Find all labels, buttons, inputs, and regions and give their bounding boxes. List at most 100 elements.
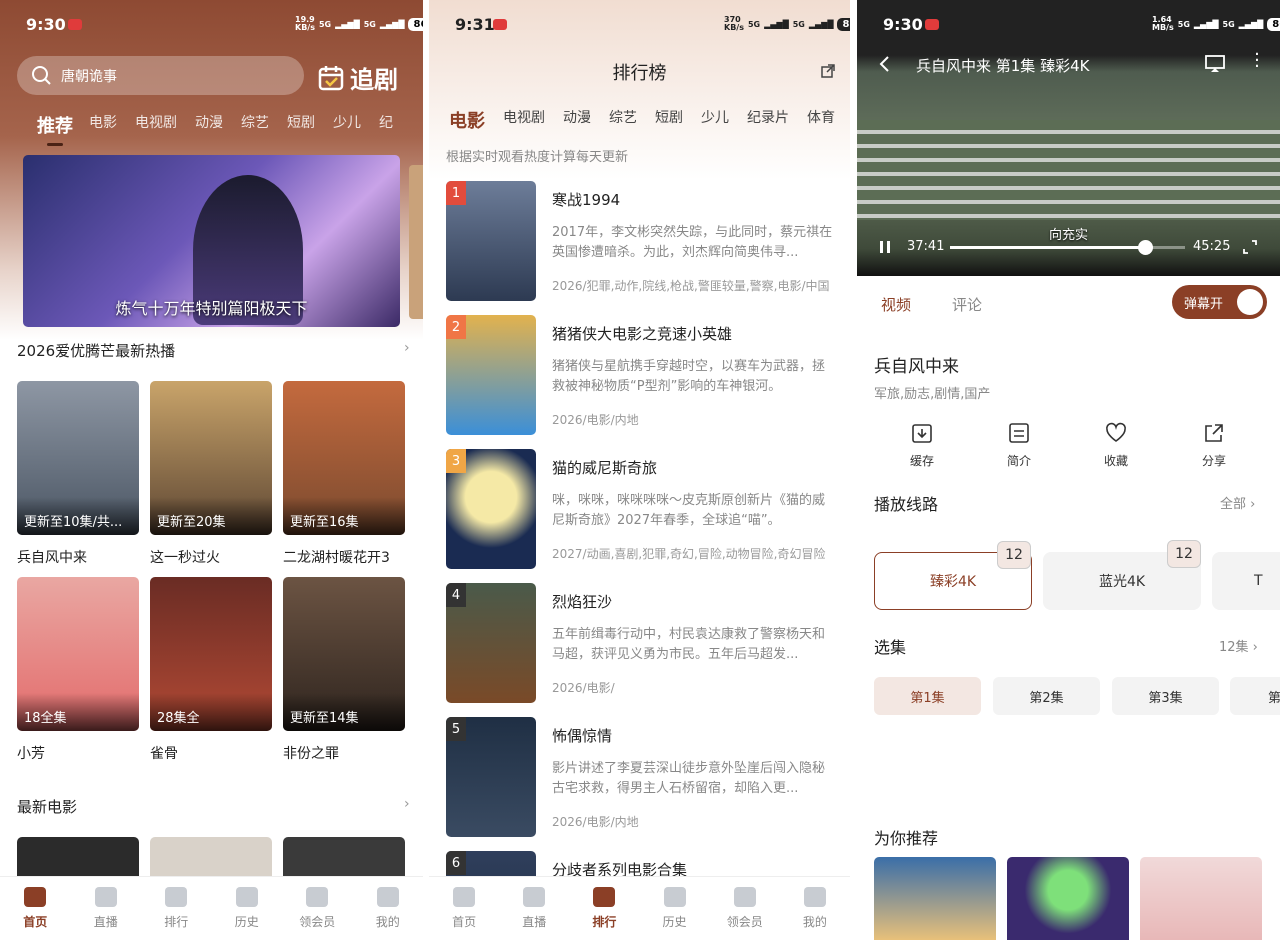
ranking-item[interactable]: 1 寒战1994 2017年，李文彬突然失踪，与此同时，蔡元祺在英国惨遭暗杀。为… (446, 181, 846, 301)
player-title: 兵自风中来 第1集 臻彩4K (916, 57, 1090, 75)
poster-card[interactable]: 更新至16集 (283, 381, 405, 535)
update-tag: 28集全 (150, 693, 272, 731)
tab-movie[interactable]: 电影 (89, 112, 117, 138)
poster-title[interactable]: 小芳 (17, 743, 45, 763)
item-tags: 2026/犯罪,动作,院线,枪战,警匪较量,警察,电影/中国 (552, 279, 830, 293)
rank-badge: 3 (446, 449, 466, 473)
episode-button[interactable]: 第 (1230, 677, 1280, 715)
calendar-check-icon (318, 65, 344, 90)
line-option[interactable]: 蓝光4K 12 (1043, 540, 1201, 610)
nav-profile[interactable]: 我的 (790, 887, 840, 940)
tab-video[interactable]: 视频 (881, 294, 911, 315)
tab-indicator (47, 143, 63, 146)
recommend-card[interactable] (874, 857, 996, 940)
poster-title[interactable]: 雀骨 (150, 743, 178, 763)
nav-history[interactable]: 历史 (222, 887, 272, 940)
item-tags: 2026/电影/内地 (552, 815, 639, 829)
signal-icon: 5G (1177, 19, 1190, 29)
lines-all-link[interactable]: 全部 › (1220, 493, 1255, 512)
nav-live[interactable]: 直播 (81, 887, 131, 940)
tab-documentary[interactable]: 纪 (379, 112, 393, 138)
seek-thumb[interactable] (1138, 240, 1154, 255)
poster-title[interactable]: 非份之罪 (283, 743, 339, 763)
episodes-count-link[interactable]: 12集 › (1219, 636, 1258, 655)
danmaku-toggle[interactable]: 弹幕开 (1172, 285, 1267, 319)
follow-drama-button[interactable]: 追剧 (317, 60, 398, 95)
lines-title: 播放线路 (874, 495, 939, 514)
episode-button[interactable]: 第3集 (1112, 677, 1219, 715)
action-share[interactable]: 分享 (1184, 422, 1244, 469)
tab-tv[interactable]: 电视剧 (503, 107, 545, 133)
signal-icon-2: 5G (1222, 19, 1235, 29)
tab-tv[interactable]: 电视剧 (135, 112, 177, 138)
tab-short[interactable]: 短剧 (287, 112, 315, 138)
poster-card[interactable]: 18全集 (17, 577, 139, 731)
more-icon[interactable]: · · · (1254, 46, 1260, 76)
nav-vip[interactable]: 领会员 (292, 887, 342, 940)
star-icon (663, 887, 686, 907)
action-favorite[interactable]: 收藏 (1086, 422, 1146, 469)
episode-button[interactable]: 第2集 (993, 677, 1100, 715)
item-desc: 咪，咪咪，咪咪咪咪～皮克斯原创新片《猫的威尼斯奇旅》2027年春季，全球追“喵”… (552, 493, 826, 528)
poster: 4 (446, 583, 536, 703)
seek-bar[interactable] (950, 240, 1185, 255)
poster-title[interactable]: 这一秒过火 (150, 547, 220, 567)
signal-icon-2: 5G (363, 19, 376, 29)
line-option[interactable]: T (1212, 552, 1280, 610)
nav-ranking[interactable]: 排行 (151, 887, 201, 940)
tab-sports[interactable]: 体育 (807, 107, 835, 133)
nav-live[interactable]: 直播 (509, 887, 559, 940)
ranking-item[interactable]: 2 猪猪侠大电影之竞速小英雄 猪猪侠与星航携手穿越时空，以赛车为武器，拯救被神秘… (446, 315, 846, 435)
poster-card[interactable]: 更新至10集/共... (17, 381, 139, 535)
ranking-item[interactable]: 4 烈焰狂沙 五年前缉毒行动中，村民袁达康救了警察杨天和马超，获评见义勇为市民。… (446, 583, 846, 703)
nav-home[interactable]: 首页 (10, 887, 60, 940)
back-icon[interactable] (877, 55, 893, 73)
chart-icon (165, 887, 188, 907)
tab-kids[interactable]: 少儿 (701, 107, 729, 133)
external-link-icon[interactable] (821, 64, 835, 78)
nav-vip[interactable]: 领会员 (720, 887, 770, 940)
pause-icon[interactable] (879, 240, 891, 254)
episode-button-selected[interactable]: 第1集 (874, 677, 981, 715)
nav-profile[interactable]: 我的 (363, 887, 413, 940)
recommend-card[interactable] (1007, 857, 1129, 940)
status-icons: 370 KB/s 5G▂▄▆█ 5G▂▄▆█ 86 (724, 16, 850, 32)
poster-title[interactable]: 二龙湖村暖花开3 (283, 547, 390, 567)
fullscreen-icon[interactable] (1243, 240, 1257, 254)
poster-card[interactable]: 更新至20集 (150, 381, 272, 535)
poster-card[interactable]: 28集全 (150, 577, 272, 731)
chevron-right-icon[interactable]: › (404, 340, 410, 356)
action-download[interactable]: 缓存 (892, 422, 952, 469)
item-tags: 2026/电影/ (552, 681, 615, 695)
tab-short[interactable]: 短剧 (655, 107, 683, 133)
tab-movie[interactable]: 电影 (449, 107, 485, 133)
line-option-selected[interactable]: 臻彩4K 12 (874, 541, 1032, 610)
tab-anime[interactable]: 动漫 (195, 112, 223, 138)
nav-history[interactable]: 历史 (650, 887, 700, 940)
ranking-item[interactable]: 5 怖偶惊情 影片讲述了李夏芸深山徒步意外坠崖后闯入隐秘古宅求救，得男主人石桥留… (446, 717, 846, 837)
total-time: 45:25 (1193, 239, 1231, 254)
recommend-card[interactable] (1140, 857, 1262, 940)
tab-variety[interactable]: 综艺 (609, 107, 637, 133)
item-title: 猪猪侠大电影之竞速小英雄 (552, 325, 733, 343)
tab-documentary[interactable]: 纪录片 (747, 107, 789, 133)
tab-comments[interactable]: 评论 (952, 294, 982, 315)
search-bar[interactable]: 唐朝诡事 (17, 56, 304, 95)
tab-variety[interactable]: 综艺 (241, 112, 269, 138)
ranking-tabs: 电影 电视剧 动漫 综艺 短剧 少儿 纪录片 体育 (449, 107, 850, 133)
chevron-right-icon[interactable]: › (404, 796, 410, 812)
download-icon (912, 424, 932, 443)
poster-card[interactable]: 更新至14集 (283, 577, 405, 731)
cast-icon[interactable] (1205, 55, 1225, 73)
nav-home[interactable]: 首页 (439, 887, 489, 940)
banner[interactable]: 炼气十万年特别篇阳极天下 (23, 155, 400, 327)
poster-title[interactable]: 兵自风中来 (17, 547, 87, 567)
bottom-nav: 首页 直播 排行 历史 领会员 我的 (0, 876, 423, 940)
nav-ranking[interactable]: 排行 (579, 887, 629, 940)
tab-anime[interactable]: 动漫 (563, 107, 591, 133)
ranking-item[interactable]: 3 猫的威尼斯奇旅 咪，咪咪，咪咪咪咪～皮克斯原创新片《猫的威尼斯奇旅》2027… (446, 449, 846, 569)
tab-kids[interactable]: 少儿 (333, 112, 361, 138)
action-intro[interactable]: 简介 (989, 422, 1049, 469)
status-bar: 9:30 19.9 KB/s 5G▂▄▆█ 5G▂▄▆█ 86 (0, 0, 423, 50)
tab-recommend[interactable]: 推荐 (37, 112, 73, 138)
